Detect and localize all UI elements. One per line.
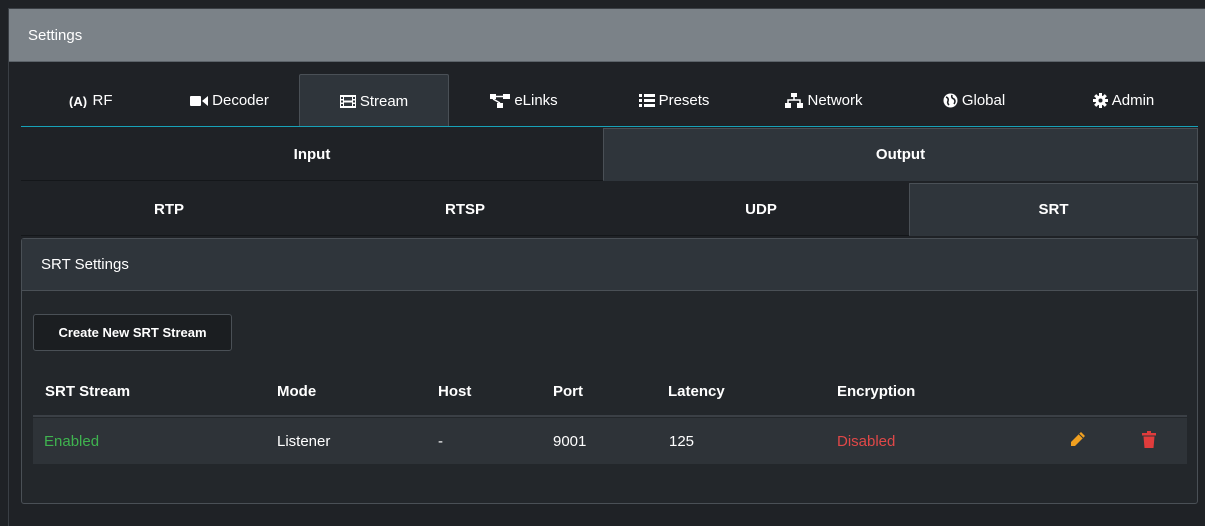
tab-input[interactable]: Input [21, 128, 603, 181]
trash-icon [1142, 430, 1156, 452]
tab-elinks[interactable]: eLinks [449, 74, 599, 127]
panel-title: SRT Settings [22, 239, 1197, 291]
gear-icon [1092, 93, 1108, 108]
antenna-icon: (A) [69, 94, 89, 108]
column-header-srt-stream: SRT Stream [45, 383, 131, 400]
table-header-divider [33, 415, 1187, 417]
column-header-encryption: Encryption [837, 383, 916, 400]
tab-rtp[interactable]: RTP [21, 183, 317, 236]
column-header-mode: Mode [277, 383, 317, 400]
tab-stream[interactable]: Stream [299, 74, 449, 127]
column-header-port: Port [553, 383, 583, 400]
links-icon [490, 93, 511, 108]
pencil-icon [1070, 431, 1086, 451]
sitemap-icon [785, 93, 804, 108]
tab-global[interactable]: Global [899, 74, 1049, 127]
tab-label: Network [807, 92, 863, 109]
tab-rtsp[interactable]: RTSP [317, 183, 613, 236]
table-row: Enabled Listener - 9001 125 Disabled [33, 418, 1187, 464]
window-title: Settings [9, 9, 1205, 62]
video-camera-icon [190, 95, 209, 107]
column-header-host: Host [438, 383, 472, 400]
tab-admin[interactable]: Admin [1049, 74, 1198, 127]
port-cell: 9001 [553, 433, 587, 450]
direction-tab-bar: Input Output [21, 128, 1198, 181]
latency-cell: 125 [669, 433, 695, 450]
settings-window: Settings (A) RF Decoder Stream eLinks Pr… [8, 8, 1205, 526]
main-tab-bar: (A) RF Decoder Stream eLinks Presets Net… [9, 62, 1205, 127]
tab-rf[interactable]: (A) RF [21, 74, 160, 127]
encryption-cell: Disabled [837, 433, 896, 450]
tab-output[interactable]: Output [603, 128, 1198, 181]
tab-underline [21, 126, 1198, 127]
srt-settings-panel: SRT Settings Create New SRT Stream SRT S… [21, 238, 1198, 504]
delete-button[interactable] [1140, 430, 1158, 452]
tab-label: Decoder [212, 92, 269, 109]
tab-udp[interactable]: UDP [613, 183, 909, 236]
film-icon [339, 94, 356, 108]
column-header-latency: Latency [668, 383, 725, 400]
globe-icon [943, 93, 958, 108]
stream-status: Enabled [44, 433, 100, 450]
tab-label: RF [92, 92, 113, 109]
tab-label: Stream [359, 92, 409, 110]
protocol-tab-bar: RTP RTSP UDP SRT [21, 183, 1198, 236]
tab-label: Admin [1111, 92, 1155, 109]
tab-presets[interactable]: Presets [599, 74, 749, 127]
tab-network[interactable]: Network [749, 74, 899, 127]
create-srt-stream-button[interactable]: Create New SRT Stream [33, 314, 232, 351]
tab-srt[interactable]: SRT [909, 183, 1198, 236]
host-cell: - [438, 433, 443, 450]
list-icon [638, 94, 655, 107]
tab-label: eLinks [514, 92, 558, 109]
tab-decoder[interactable]: Decoder [160, 74, 299, 127]
tab-label: Presets [658, 92, 710, 109]
tab-label: Global [961, 92, 1006, 109]
edit-button[interactable] [1069, 431, 1087, 451]
svg-text:(A): (A) [69, 94, 87, 108]
mode-cell: Listener [277, 433, 331, 450]
